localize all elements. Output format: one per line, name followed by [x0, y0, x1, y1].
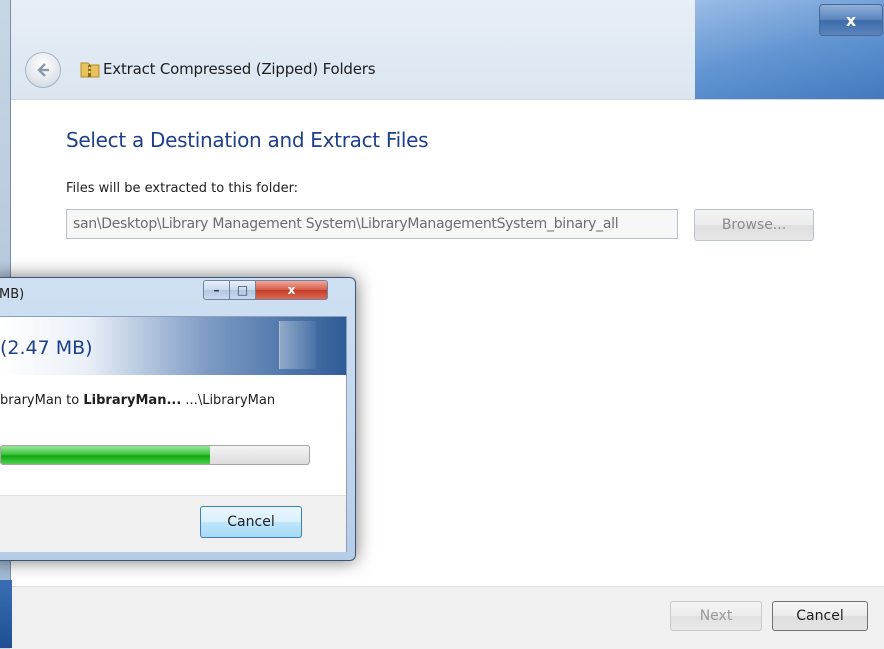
- progress-bar-fill: [1, 446, 211, 464]
- page-heading: Select a Destination and Extract Files: [66, 128, 429, 152]
- destination-path-input[interactable]: san\Desktop\Library Management System\Li…: [66, 209, 678, 239]
- to-destination-path: ...\LibraryMan: [185, 393, 276, 408]
- from-text: braryMan: [0, 393, 63, 408]
- progress-cancel-button[interactable]: Cancel: [200, 506, 302, 538]
- copy-progress-dialog: MB) – □ x (2.47 MB) braryMan to LibraryM…: [0, 277, 356, 561]
- progress-size-text: (2.47 MB): [0, 337, 93, 359]
- back-button[interactable]: [25, 52, 61, 88]
- wizard-cancel-button[interactable]: Cancel: [772, 601, 868, 631]
- taskbar-edge: [0, 580, 12, 648]
- zipped-folder-icon: [80, 62, 100, 78]
- to-word: to: [66, 393, 80, 408]
- wizard-footer: Next Cancel: [10, 586, 884, 649]
- to-destination-bold: LibraryMan...: [83, 393, 182, 408]
- banner-decoration: [279, 321, 316, 369]
- minimize-button[interactable]: –: [203, 280, 230, 300]
- progress-transfer-text: braryMan to LibraryMan... ...\LibraryMan: [0, 393, 275, 408]
- progress-dialog-body: (2.47 MB) braryMan to LibraryMan... ...\…: [0, 316, 347, 552]
- maximize-button[interactable]: □: [230, 280, 256, 300]
- progress-close-button[interactable]: x: [256, 280, 328, 300]
- progress-footer: Cancel: [0, 495, 346, 552]
- browse-button[interactable]: Browse...: [694, 209, 814, 241]
- next-button[interactable]: Next: [670, 601, 762, 631]
- destination-label: Files will be extracted to this folder:: [66, 181, 299, 196]
- wizard-title-area: x Extract Compressed (Zipped) Folders: [11, 0, 884, 99]
- wizard-title: Extract Compressed (Zipped) Folders: [103, 60, 376, 78]
- wizard-close-button[interactable]: x: [819, 4, 883, 36]
- progress-bar: [0, 445, 310, 465]
- progress-dialog-title: MB): [0, 287, 25, 302]
- progress-banner: (2.47 MB): [0, 317, 346, 375]
- back-arrow-icon: [37, 63, 49, 77]
